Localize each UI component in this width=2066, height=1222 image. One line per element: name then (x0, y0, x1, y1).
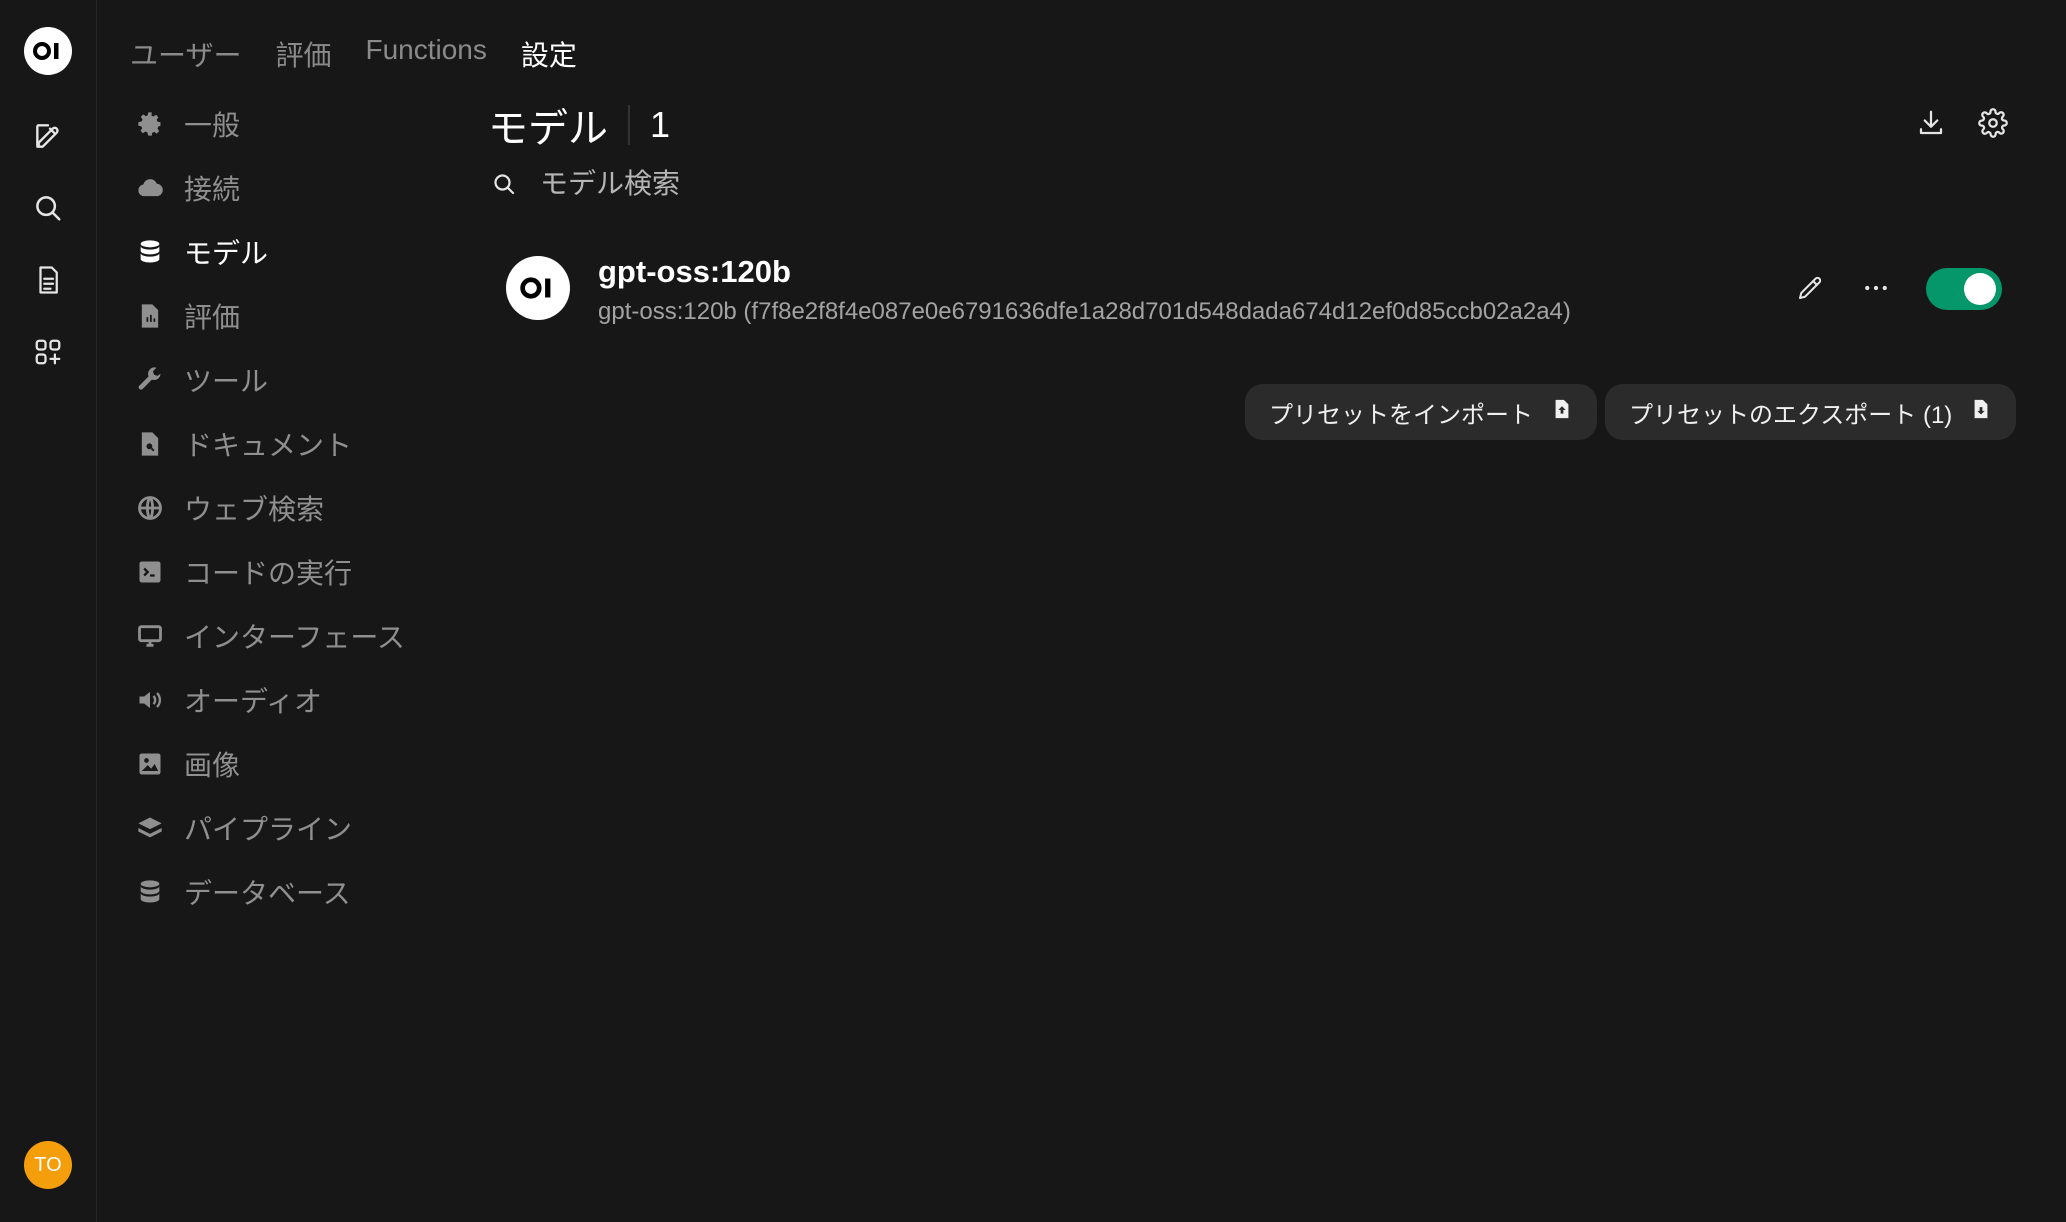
monitor-icon (134, 620, 166, 652)
settings-item-label: モデル (184, 238, 269, 269)
speaker-icon (134, 684, 166, 716)
settings-item-label: インターフェース (184, 622, 405, 653)
model-list-item[interactable]: gpt-oss:120b gpt-oss:120b (f7f8e2f8f4e08… (506, 252, 2006, 332)
notes-icon[interactable] (30, 262, 66, 298)
tab-functions[interactable]: Functions (365, 34, 486, 74)
import-preset-label: プリセットをインポート (1269, 401, 1533, 429)
settings-item-label: ツール (184, 366, 269, 397)
header-actions (1914, 106, 2010, 140)
settings-item-label: コードの実行 (184, 558, 353, 589)
settings-item-evaluations[interactable]: 評価 (134, 284, 434, 348)
toggle-knob (1964, 273, 1996, 305)
settings-item-label: 評価 (184, 302, 241, 333)
settings-item-label: パイプライン (184, 814, 353, 845)
settings-item-tools[interactable]: ツール (134, 348, 434, 412)
page-header: モデル 1 (488, 96, 670, 154)
settings-item-label: データベース (184, 878, 351, 909)
settings-item-label: 接続 (184, 174, 241, 205)
download-file-icon (1970, 397, 1992, 428)
icon-rail: TO (0, 0, 97, 1222)
settings-item-interface[interactable]: インターフェース (134, 604, 434, 668)
document-chart-icon (134, 300, 166, 332)
cloud-icon (134, 172, 166, 204)
terminal-icon (134, 556, 166, 588)
search-icon (490, 170, 518, 198)
download-icon[interactable] (1914, 106, 1948, 140)
settings-item-web-search[interactable]: ウェブ検索 (134, 476, 434, 540)
page-title: モデル (488, 107, 608, 151)
upload-file-icon (1551, 397, 1573, 428)
settings-item-pipelines[interactable]: パイプライン (134, 796, 434, 860)
title-divider (628, 105, 630, 145)
export-preset-button[interactable]: プリセットのエクスポート (1) (1605, 384, 2017, 440)
gear-icon (134, 108, 166, 140)
settings-item-label: オーディオ (184, 686, 323, 717)
layers-icon (134, 812, 166, 844)
app-logo[interactable] (24, 27, 72, 75)
pencil-icon[interactable] (1792, 270, 1828, 306)
export-preset-label: プリセットのエクスポート (1) (1629, 401, 1953, 429)
settings-item-models[interactable]: モデル (134, 220, 434, 284)
settings-item-documents[interactable]: ドキュメント (134, 412, 434, 476)
model-logo (506, 256, 570, 320)
preset-actions: プリセットをインポート プリセットのエクスポート (1) (1245, 384, 2017, 440)
document-search-icon (134, 428, 166, 460)
settings-item-code-execution[interactable]: コードの実行 (134, 540, 434, 604)
model-description: gpt-oss:120b (f7f8e2f8f4e087e0e6791636df… (598, 298, 1571, 325)
tab-users[interactable]: ユーザー (130, 34, 241, 74)
settings-item-label: ドキュメント (184, 430, 353, 461)
search-icon[interactable] (30, 190, 66, 226)
admin-tabs: ユーザー 評価 Functions 設定 (130, 34, 577, 74)
import-preset-button[interactable]: プリセットをインポート (1245, 384, 1597, 440)
user-avatar[interactable]: TO (24, 1141, 72, 1189)
settings-item-label: 一般 (184, 110, 241, 141)
globe-icon (134, 492, 166, 524)
settings-item-label: ウェブ検索 (184, 494, 325, 525)
settings-item-connections[interactable]: 接続 (134, 156, 434, 220)
new-chat-icon[interactable] (30, 118, 66, 154)
settings-item-images[interactable]: 画像 (134, 732, 434, 796)
model-name[interactable]: gpt-oss:120b (598, 254, 791, 290)
settings-item-audio[interactable]: オーディオ (134, 668, 434, 732)
tab-evaluations[interactable]: 評価 (275, 34, 331, 74)
model-search (490, 168, 1140, 200)
settings-item-label: 画像 (184, 750, 241, 781)
search-input[interactable] (540, 168, 1140, 200)
workspace-icon[interactable] (30, 334, 66, 370)
database-icon (134, 236, 166, 268)
settings-item-general[interactable]: 一般 (134, 92, 434, 156)
model-enabled-toggle[interactable] (1926, 268, 2002, 310)
model-count: 1 (650, 104, 671, 145)
database-icon (134, 876, 166, 908)
more-options-icon[interactable] (1858, 270, 1894, 306)
tab-settings[interactable]: 設定 (521, 34, 577, 74)
settings-item-database[interactable]: データベース (134, 860, 434, 924)
settings-sidebar: 一般 接続 モデル 評価 ツール ドキュメント ウェブ検索 コードの実行 インタ… (134, 92, 434, 924)
image-icon (134, 748, 166, 780)
gear-icon[interactable] (1976, 106, 2010, 140)
wrench-icon (134, 364, 166, 396)
